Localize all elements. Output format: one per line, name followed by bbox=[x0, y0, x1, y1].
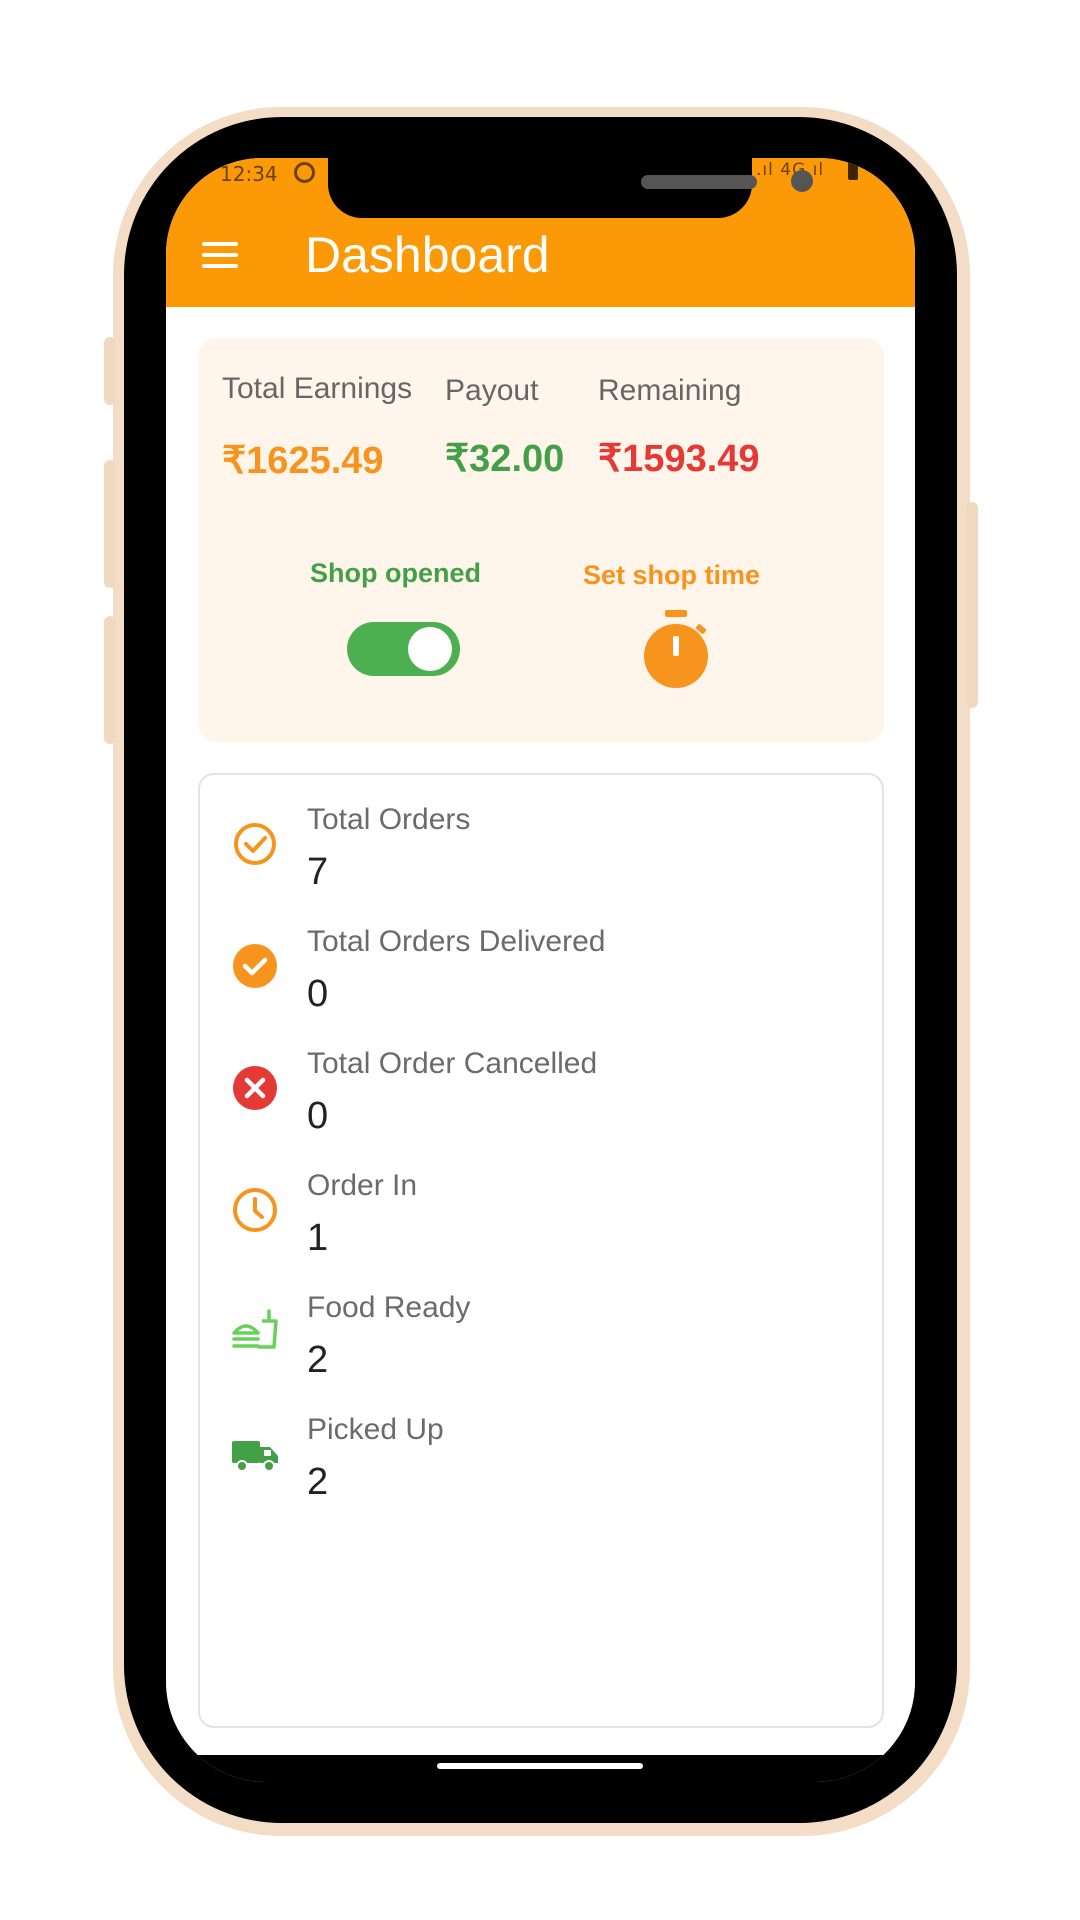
stat-value: 2 bbox=[307, 1339, 329, 1381]
food-ready-icon bbox=[232, 1309, 278, 1349]
phone-power-button bbox=[966, 502, 978, 708]
stat-value: 2 bbox=[307, 1461, 329, 1503]
signal-indicators: .ıl 4G ıl bbox=[756, 160, 825, 180]
stat-value: 0 bbox=[307, 1095, 329, 1137]
phone-side-button bbox=[104, 616, 116, 744]
stat-label: Food Ready bbox=[307, 1291, 471, 1324]
notification-icon bbox=[294, 162, 315, 183]
payout-value: ₹32.00 bbox=[445, 438, 565, 480]
phone-notch bbox=[328, 158, 813, 218]
phone-side-button bbox=[104, 337, 116, 405]
phone-side-button bbox=[104, 460, 116, 588]
shop-status-label: Shop opened bbox=[310, 558, 481, 588]
hamburger-menu-icon[interactable] bbox=[202, 242, 238, 268]
page-title: Dashboard bbox=[305, 227, 550, 283]
stat-label: Total Orders bbox=[307, 803, 471, 836]
earnings-card: Total Earnings ₹1625.49 Payout ₹32.00 Re… bbox=[198, 338, 884, 742]
check-circle-filled-icon bbox=[233, 944, 277, 988]
stat-value: 1 bbox=[307, 1217, 329, 1259]
stat-row-food-ready[interactable]: Food Ready 2 bbox=[200, 1291, 880, 1401]
cancel-circle-icon bbox=[233, 1066, 277, 1110]
shop-open-toggle[interactable] bbox=[347, 622, 460, 676]
stat-value: 0 bbox=[307, 973, 329, 1015]
check-circle-outline-icon bbox=[234, 823, 276, 865]
stat-label: Total Order Cancelled bbox=[307, 1047, 598, 1080]
toggle-knob bbox=[408, 627, 452, 671]
battery-icon bbox=[848, 162, 858, 180]
stat-label: Order In bbox=[307, 1169, 418, 1202]
payout-label: Payout bbox=[445, 374, 539, 407]
speaker bbox=[641, 175, 757, 189]
status-time: 12:34 bbox=[220, 162, 278, 186]
stat-value: 7 bbox=[307, 851, 329, 893]
remaining-value: ₹1593.49 bbox=[598, 438, 760, 480]
order-stats-card: Total Orders 7 Total Orders Delivered 0 … bbox=[198, 773, 884, 1728]
stat-row-orders-cancelled[interactable]: Total Order Cancelled 0 bbox=[200, 1047, 880, 1157]
stat-label: Picked Up bbox=[307, 1413, 444, 1446]
stopwatch-icon[interactable] bbox=[640, 610, 712, 690]
home-indicator[interactable] bbox=[437, 1763, 643, 1769]
stat-row-orders-delivered[interactable]: Total Orders Delivered 0 bbox=[200, 925, 880, 1035]
phone-screen: 12:34 .ıl 4G ıl Dashboard Total Earnings… bbox=[166, 158, 915, 1782]
stat-label: Total Orders Delivered bbox=[307, 925, 606, 958]
set-shop-time-label[interactable]: Set shop time bbox=[583, 560, 760, 591]
stat-row-picked-up[interactable]: Picked Up 2 bbox=[200, 1413, 880, 1523]
front-camera bbox=[791, 170, 813, 192]
clock-icon bbox=[233, 1188, 277, 1232]
total-earnings-value: ₹1625.49 bbox=[222, 440, 384, 482]
total-earnings-label: Total Earnings bbox=[222, 372, 413, 405]
stat-row-total-orders[interactable]: Total Orders 7 bbox=[200, 803, 880, 913]
stat-row-order-in[interactable]: Order In 1 bbox=[200, 1169, 880, 1279]
remaining-label: Remaining bbox=[598, 374, 742, 407]
delivery-truck-icon bbox=[232, 1441, 278, 1472]
